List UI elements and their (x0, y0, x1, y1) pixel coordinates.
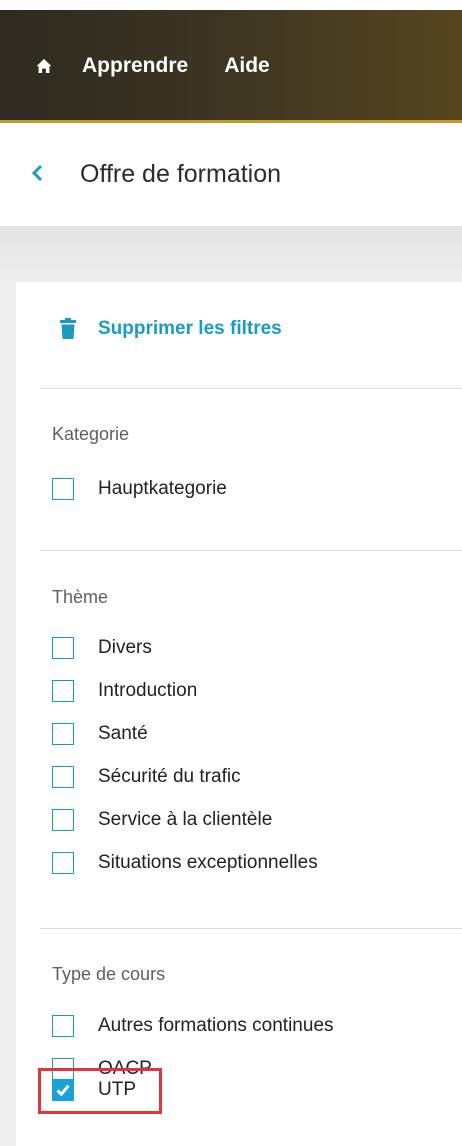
filter-option-label: Santé (98, 723, 148, 744)
section-title-theme: Thème (52, 587, 109, 607)
filter-option-introduction[interactable]: Introduction (52, 680, 197, 702)
section-divider (40, 928, 462, 929)
filter-option-autres-formations-continues[interactable]: Autres formations continues (52, 1015, 334, 1037)
chevron-left-icon[interactable] (30, 163, 44, 183)
checkbox[interactable] (52, 637, 74, 659)
checkbox[interactable] (52, 809, 74, 831)
filter-option-label: Divers (98, 637, 152, 658)
checkbox[interactable] (52, 723, 74, 745)
panel-left-edge (0, 282, 16, 1146)
filter-option-securite-du-trafic[interactable]: Sécurité du trafic (52, 766, 241, 788)
clear-filters-label: Supprimer les filtres (98, 318, 282, 339)
section-divider (40, 550, 462, 551)
checkbox[interactable] (52, 852, 74, 874)
page-title: Offre de formation (80, 160, 282, 188)
filter-option-label: Sécurité du trafic (98, 766, 241, 787)
section-title-type-de-cours: Type de cours (52, 964, 166, 984)
filter-option-situations-exceptionnelles[interactable]: Situations exceptionnelles (52, 852, 318, 874)
selection-highlight-box (38, 1068, 162, 1114)
checkbox[interactable] (52, 1015, 74, 1037)
main-nav: Apprendre Aide (36, 54, 306, 78)
content-separator (0, 226, 462, 282)
filter-option-label: Hauptkategorie (98, 478, 227, 499)
checkbox[interactable] (52, 766, 74, 788)
nav-link-apprendre[interactable]: Apprendre (82, 54, 188, 78)
top-navigation-bar: Apprendre Aide (0, 10, 462, 120)
filter-option-service-clientele[interactable]: Service à la clientèle (52, 809, 272, 831)
filter-option-label: Service à la clientèle (98, 809, 273, 830)
filter-option-label: Introduction (98, 680, 198, 701)
checkbox[interactable] (52, 680, 74, 702)
home-icon[interactable] (36, 58, 52, 74)
section-title-kategorie: Kategorie (52, 424, 130, 444)
nav-link-aide[interactable]: Aide (224, 54, 270, 78)
clear-filters-button[interactable]: Supprimer les filtres (60, 318, 282, 340)
filter-option-hauptkategorie[interactable]: Hauptkategorie (52, 478, 227, 500)
section-divider (40, 388, 462, 389)
trash-icon (60, 318, 76, 339)
filter-option-label: Autres formations continues (98, 1015, 334, 1036)
page-header: Offre de formation (0, 123, 462, 226)
filter-option-divers[interactable]: Divers (52, 637, 152, 659)
filter-option-sante[interactable]: Santé (52, 723, 148, 745)
checkbox[interactable] (52, 478, 74, 500)
filter-option-label: Situations exceptionnelles (98, 852, 318, 873)
